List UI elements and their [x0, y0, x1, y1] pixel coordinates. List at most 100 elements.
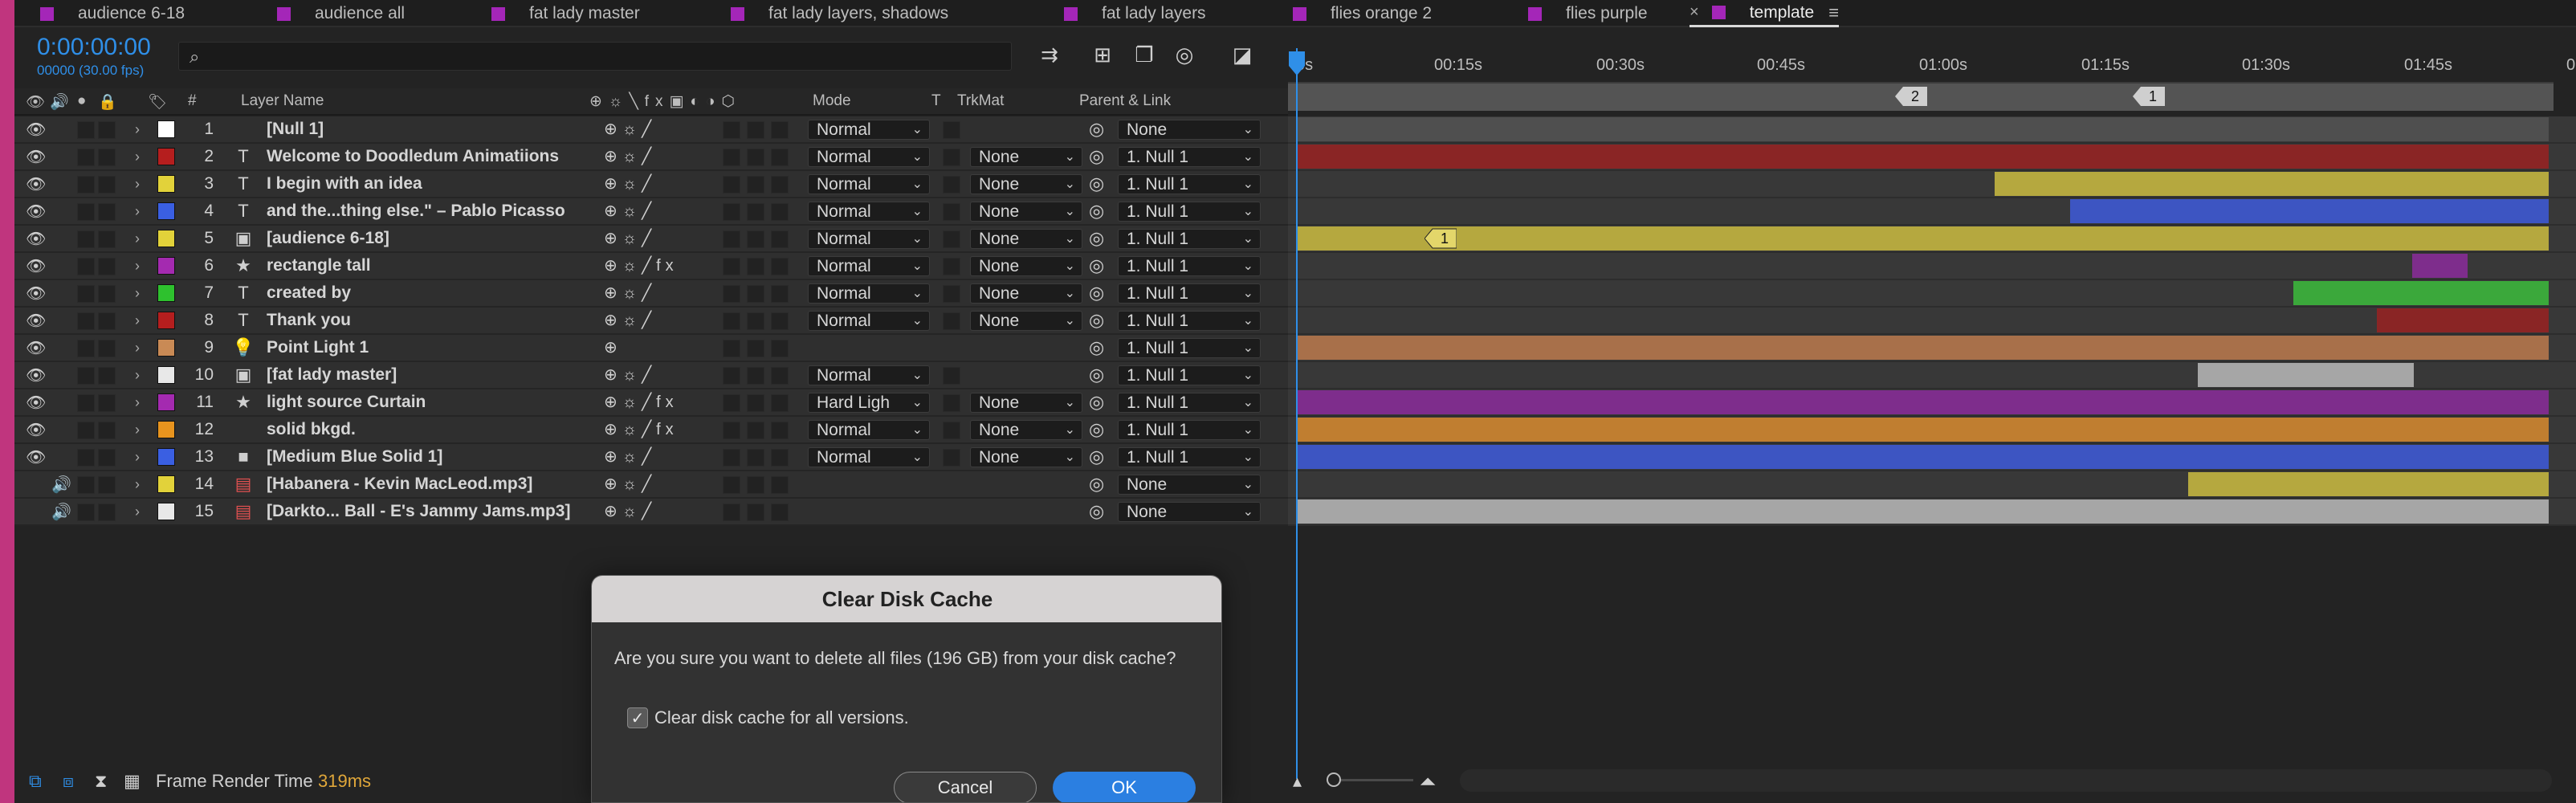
switch-box[interactable]: [771, 476, 789, 494]
layer-switch-icons[interactable]: ⊕☼╱: [604, 474, 656, 494]
layer-duration-bar[interactable]: [1296, 445, 2549, 469]
label-color-swatch[interactable]: [157, 339, 175, 357]
layer-name[interactable]: Thank you: [267, 308, 351, 333]
parent-select[interactable]: 1. Null 1 ⌄: [1118, 283, 1261, 304]
parent-select[interactable]: 1. Null 1 ⌄: [1118, 365, 1261, 385]
audio-speaker-icon[interactable]: 🔊: [51, 499, 71, 524]
layer-switch-icons[interactable]: ⊕: [604, 337, 622, 357]
pickwhip-icon[interactable]: ◎: [1089, 362, 1104, 388]
layer-switch-icons[interactable]: ⊕☼╱: [604, 201, 656, 221]
parent-select[interactable]: 1. Null 1 ⌄: [1118, 202, 1261, 222]
parent-select[interactable]: 1. Null 1 ⌄: [1118, 147, 1261, 167]
switch-box[interactable]: [723, 176, 740, 194]
parent-select[interactable]: 1. Null 1 ⌄: [1118, 256, 1261, 276]
label-color-swatch[interactable]: [157, 148, 175, 165]
solo-toggle[interactable]: [77, 285, 95, 303]
solo-toggle[interactable]: [77, 230, 95, 248]
label-color-swatch[interactable]: [157, 312, 175, 329]
layer-duration-bar[interactable]: [1296, 499, 2549, 524]
ok-button[interactable]: OK: [1053, 772, 1196, 802]
blend-mode-select[interactable]: Normal ⌄: [808, 311, 930, 331]
label-color-swatch[interactable]: [157, 503, 175, 520]
expand-chevron-icon[interactable]: ›: [135, 417, 140, 442]
expand-chevron-icon[interactable]: ›: [135, 471, 140, 497]
switch-box[interactable]: [771, 340, 789, 357]
lock-toggle[interactable]: [98, 503, 116, 521]
audio-speaker-icon[interactable]: 🔊: [51, 471, 71, 497]
pickwhip-icon[interactable]: ◎: [1089, 335, 1104, 361]
visibility-eye-icon[interactable]: 👁: [26, 362, 46, 388]
switch-box[interactable]: [747, 312, 764, 330]
solo-toggle[interactable]: [77, 449, 95, 467]
layer-name[interactable]: [Medium Blue Solid 1]: [267, 444, 442, 470]
visibility-eye-icon[interactable]: 👁: [26, 144, 46, 169]
switch-box[interactable]: [723, 503, 740, 521]
layer-row[interactable]: 👁 › 1 [Null 1] ⊕☼╱ Normal ⌄ ◎ None ⌄: [14, 116, 1291, 144]
zoom-in-icon[interactable]: ⏶: [1420, 769, 1437, 795]
layer-duration-bar[interactable]: [1296, 336, 2549, 360]
expand-chevron-icon[interactable]: ›: [135, 389, 140, 415]
visibility-eye-icon[interactable]: 👁: [26, 417, 46, 442]
layer-row[interactable]: 👁 › 9 💡 Point Light 1 ⊕ ◎ 1. Null 1 ⌄: [14, 335, 1291, 362]
layer-duration-bar[interactable]: [2377, 308, 2549, 332]
solo-toggle[interactable]: [77, 476, 95, 494]
solo-toggle[interactable]: [77, 312, 95, 330]
track-matte-select[interactable]: None ⌄: [970, 147, 1082, 167]
preserve-transparency-box[interactable]: [943, 367, 960, 385]
tab-2[interactable]: fat lady master: [491, 0, 640, 27]
layer-switch-icons[interactable]: ⊕☼╱: [604, 283, 656, 303]
layer-name[interactable]: [fat lady master]: [267, 362, 397, 388]
expand-chevron-icon[interactable]: ›: [135, 171, 140, 197]
visibility-eye-icon[interactable]: 👁: [26, 198, 46, 224]
track-matte-select[interactable]: None ⌄: [970, 393, 1082, 413]
switch-box[interactable]: [723, 203, 740, 221]
hide-shy-layers-icon[interactable]: ❐: [1131, 42, 1158, 67]
layer-switch-icons[interactable]: ⊕☼╱: [604, 446, 656, 467]
lock-toggle[interactable]: [98, 312, 116, 330]
blend-mode-select[interactable]: Normal ⌄: [808, 120, 930, 140]
switch-box[interactable]: [747, 476, 764, 494]
tab-menu-icon[interactable]: ≡: [1828, 2, 1839, 23]
switch-box[interactable]: [747, 285, 764, 303]
blend-mode-select[interactable]: Normal ⌄: [808, 447, 930, 467]
blend-mode-select[interactable]: Normal ⌄: [808, 365, 930, 385]
layer-switch-icons[interactable]: ⊕☼╱fx: [604, 255, 679, 275]
zoom-slider-knob[interactable]: [1327, 772, 1341, 787]
layer-duration-bar[interactable]: [1296, 418, 2549, 442]
tab-7[interactable]: × template ≡: [1689, 0, 1840, 27]
layer-row[interactable]: 👁 › 10 ▣ [fat lady master] ⊕☼╱ Normal ⌄ ◎ 1. Null…: [14, 362, 1291, 389]
label-color-swatch[interactable]: [157, 475, 175, 493]
label-color-swatch[interactable]: [157, 448, 175, 466]
preserve-transparency-box[interactable]: [943, 121, 960, 139]
preserve-transparency-box[interactable]: [943, 312, 960, 330]
solo-toggle[interactable]: [77, 121, 95, 139]
solo-toggle[interactable]: [77, 176, 95, 194]
expand-chevron-icon[interactable]: ›: [135, 198, 140, 224]
expand-chevron-icon[interactable]: ›: [135, 308, 140, 333]
tab-3[interactable]: fat lady layers, shadows: [731, 0, 948, 27]
label-color-swatch[interactable]: [157, 366, 175, 384]
lock-toggle[interactable]: [98, 449, 116, 467]
lock-toggle[interactable]: [98, 258, 116, 275]
pickwhip-icon[interactable]: ◎: [1089, 171, 1104, 197]
lock-toggle[interactable]: [98, 203, 116, 221]
expand-chevron-icon[interactable]: ›: [135, 499, 140, 524]
layer-duration-bar[interactable]: [2187, 472, 2549, 496]
parent-select[interactable]: 1. Null 1 ⌄: [1118, 311, 1261, 331]
layer-row[interactable]: 👁 › 4 Tand the...thing else." – Pablo Picas…: [14, 198, 1291, 226]
parent-select[interactable]: None ⌄: [1118, 475, 1261, 495]
frame-blending-icon[interactable]: ◎: [1171, 42, 1198, 67]
expand-chevron-icon[interactable]: ›: [135, 116, 140, 142]
layer-name[interactable]: I begin with an idea: [267, 171, 422, 197]
switch-box[interactable]: [747, 503, 764, 521]
preserve-transparency-box[interactable]: [943, 394, 960, 412]
track-matte-select[interactable]: None ⌄: [970, 311, 1082, 331]
layer-name[interactable]: [Darkto... Ball - E's Jammy Jams.mp3]: [267, 499, 570, 524]
blend-mode-select[interactable]: Normal ⌄: [808, 283, 930, 304]
switch-box[interactable]: [747, 449, 764, 467]
lock-toggle[interactable]: [98, 149, 116, 166]
switch-box[interactable]: [747, 230, 764, 248]
layer-row[interactable]: 👁 › 6 ★ rectangle tall ⊕☼╱fx Normal ⌄ None ⌄ ◎ 1. N…: [14, 253, 1291, 280]
tab-5[interactable]: flies orange 2: [1293, 0, 1432, 27]
label-color-swatch[interactable]: [157, 284, 175, 302]
